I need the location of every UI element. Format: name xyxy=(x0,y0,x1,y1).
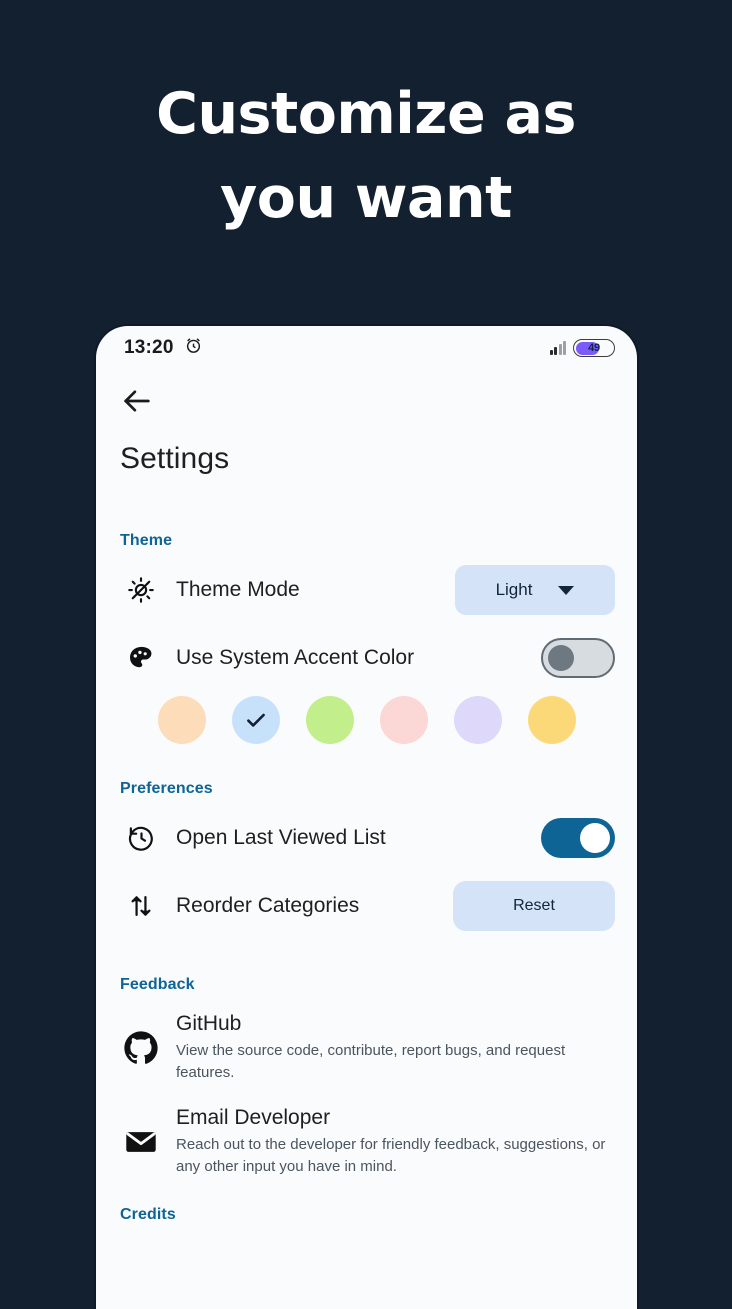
status-bar-clock: 13:20 xyxy=(124,337,174,358)
github-subtitle: View the source code, contribute, report… xyxy=(176,1042,566,1081)
github-title: GitHub xyxy=(176,1012,242,1035)
row-label-open-last-viewed: Open Last Viewed List xyxy=(176,826,386,849)
system-accent-toggle[interactable] xyxy=(541,638,615,678)
email-developer-title: Email Developer xyxy=(176,1106,331,1129)
row-github[interactable]: GitHub View the source code, contribute,… xyxy=(96,1000,637,1094)
brightness-auto-icon xyxy=(120,575,162,605)
email-developer-subtitle: Reach out to the developer for friendly … xyxy=(176,1136,606,1175)
accent-swatch-row xyxy=(96,692,637,744)
section-header-credits: Credits xyxy=(120,1206,176,1223)
phone-frame: 13:20 49 Settings Theme Theme Mode Light… xyxy=(94,324,639,1309)
row-label-theme-mode: Theme Mode xyxy=(176,578,300,601)
chevron-down-icon xyxy=(558,585,575,595)
theme-mode-dropdown[interactable]: Light xyxy=(455,565,615,615)
palette-icon xyxy=(120,644,162,672)
section-header-preferences: Preferences xyxy=(120,780,213,797)
github-text: GitHub View the source code, contribute,… xyxy=(162,1012,613,1084)
row-theme-mode[interactable]: Theme Mode Light xyxy=(96,556,637,624)
email-icon xyxy=(120,1124,162,1160)
history-icon xyxy=(120,824,162,853)
accent-swatch-pink[interactable] xyxy=(380,696,428,744)
accent-swatch-blue[interactable] xyxy=(232,696,280,744)
promo-screenshot: Customize as you want 13:20 49 Settings … xyxy=(0,0,732,1309)
signal-bars-icon xyxy=(549,341,566,355)
reset-button[interactable]: Reset xyxy=(453,881,615,931)
theme-mode-value: Light xyxy=(495,580,533,599)
accent-swatch-green[interactable] xyxy=(306,696,354,744)
row-label-reorder-categories: Reorder Categories xyxy=(176,894,360,917)
accent-swatch-peach[interactable] xyxy=(158,696,206,744)
row-reorder-categories[interactable]: Reorder Categories Reset xyxy=(96,872,637,940)
toggle-knob xyxy=(580,823,610,853)
status-bar: 13:20 49 xyxy=(96,326,637,370)
back-arrow-icon[interactable] xyxy=(120,384,154,418)
accent-swatch-lavender[interactable] xyxy=(454,696,502,744)
row-label-system-accent: Use System Accent Color xyxy=(176,646,415,669)
toggle-knob xyxy=(548,645,574,671)
page-title: Settings xyxy=(120,442,230,475)
row-open-last-viewed[interactable]: Open Last Viewed List xyxy=(96,804,637,872)
battery-indicator: 49 xyxy=(573,339,615,357)
github-icon xyxy=(120,1029,162,1067)
check-icon xyxy=(247,713,265,727)
status-bar-right: 49 xyxy=(549,339,615,357)
promo-heading: Customize as you want xyxy=(0,72,732,240)
promo-heading-line2: you want xyxy=(220,165,512,231)
row-system-accent[interactable]: Use System Accent Color xyxy=(96,624,637,692)
section-header-feedback: Feedback xyxy=(120,976,195,993)
email-developer-text: Email Developer Reach out to the develop… xyxy=(162,1106,613,1178)
section-header-theme: Theme xyxy=(120,532,173,549)
accent-swatch-yellow[interactable] xyxy=(528,696,576,744)
status-bar-left: 13:20 xyxy=(124,336,203,360)
open-last-viewed-toggle[interactable] xyxy=(541,818,615,858)
promo-heading-line1: Customize as xyxy=(156,81,576,147)
sort-arrows-icon xyxy=(120,892,162,920)
app-bar xyxy=(96,370,637,418)
battery-percent-label: 49 xyxy=(588,342,600,354)
row-email-developer[interactable]: Email Developer Reach out to the develop… xyxy=(96,1094,637,1188)
alarm-clock-icon xyxy=(184,336,203,360)
